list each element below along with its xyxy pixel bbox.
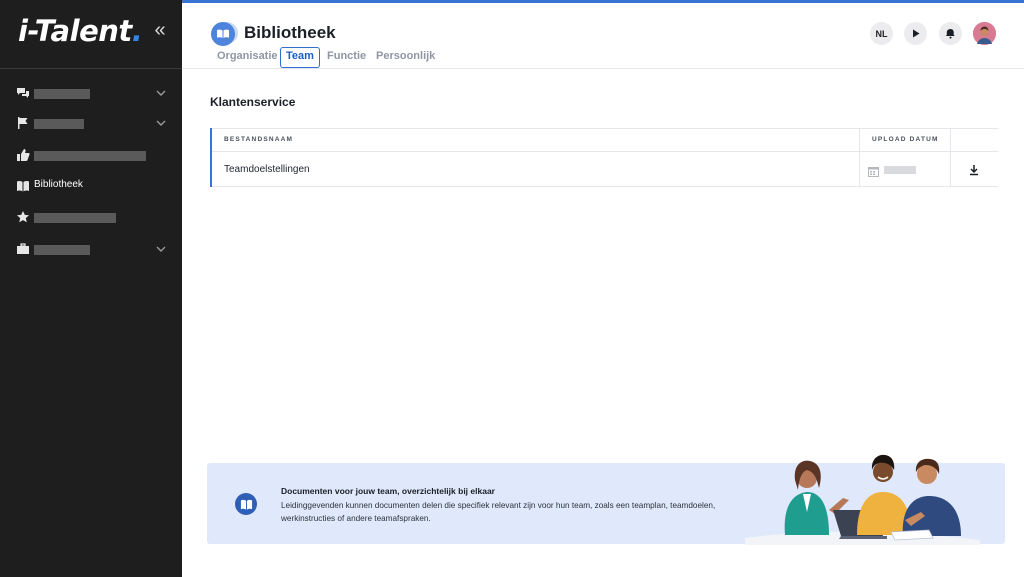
double-chevron-left-icon[interactable]: «: [150, 20, 170, 40]
chevron-down-icon: [155, 87, 167, 99]
file-name[interactable]: Teamdoelstellingen: [224, 164, 310, 175]
tab-functie[interactable]: Functie: [322, 47, 371, 68]
team-illustration: [745, 450, 980, 545]
play-button[interactable]: [904, 22, 927, 45]
thumbs-up-icon: [16, 148, 30, 162]
page-title: Bibliotheek: [244, 23, 336, 42]
sidebar-item-favorites[interactable]: [0, 205, 182, 229]
sidebar-item-library[interactable]: Bibliotheek: [0, 174, 182, 198]
documents-table: BESTANDSNAAM UPLOAD DATUM Teamdoelstelli…: [210, 128, 998, 187]
tab-team[interactable]: Team: [280, 47, 320, 68]
sidebar-item-label-placeholder: [34, 89, 90, 99]
book-icon: [235, 493, 257, 515]
sidebar: i-Talent. « Bibliotheek: [0, 0, 182, 577]
chat-icon: [16, 86, 30, 100]
tab-persoonlijk[interactable]: Persoonlijk: [371, 47, 440, 68]
sidebar-item-portfolio[interactable]: [0, 237, 182, 261]
top-accent-line: [182, 0, 1024, 3]
play-icon: [910, 28, 921, 39]
sidebar-item-label: Bibliotheek: [34, 179, 83, 190]
briefcase-icon: [16, 242, 30, 256]
table-header-divider: [212, 151, 998, 152]
sidebar-item-label-placeholder: [34, 119, 84, 129]
upload-date-placeholder: [884, 166, 916, 174]
avatar[interactable]: [973, 22, 996, 45]
header-divider: [182, 68, 1024, 69]
table-border: [212, 186, 998, 187]
tab-organisatie[interactable]: Organisatie: [212, 47, 283, 68]
calendar-icon: [868, 164, 879, 177]
sidebar-item-label-placeholder: [34, 213, 116, 223]
sidebar-item-conversations[interactable]: [0, 81, 182, 105]
column-divider: [859, 128, 860, 186]
banner-title: Documenten voor jouw team, overzichtelij…: [281, 486, 495, 496]
sidebar-item-label-placeholder: [34, 245, 90, 255]
chevron-down-icon: [155, 243, 167, 255]
table-border: [212, 128, 998, 129]
column-divider: [950, 128, 951, 186]
bell-icon: [945, 28, 956, 39]
sidebar-item-feedback[interactable]: [0, 143, 182, 167]
banner-text: Leidinggevenden kunnen documenten delen …: [281, 501, 716, 523]
book-icon: [210, 21, 238, 47]
sidebar-item-goals[interactable]: [0, 111, 182, 135]
logo[interactable]: i-Talent.: [18, 14, 143, 48]
sidebar-divider: [0, 68, 182, 69]
column-header-upload-date[interactable]: UPLOAD DATUM: [872, 136, 939, 143]
sidebar-item-label-placeholder: [34, 151, 146, 161]
chevron-down-icon: [155, 117, 167, 129]
star-icon: [16, 210, 30, 224]
book-icon: [16, 179, 30, 193]
download-icon[interactable]: [968, 163, 980, 176]
notifications-button[interactable]: [939, 22, 962, 45]
language-button[interactable]: NL: [870, 22, 893, 45]
flag-icon: [16, 116, 30, 130]
column-header-filename[interactable]: BESTANDSNAAM: [224, 136, 293, 143]
section-title: Klantenservice: [210, 95, 296, 109]
